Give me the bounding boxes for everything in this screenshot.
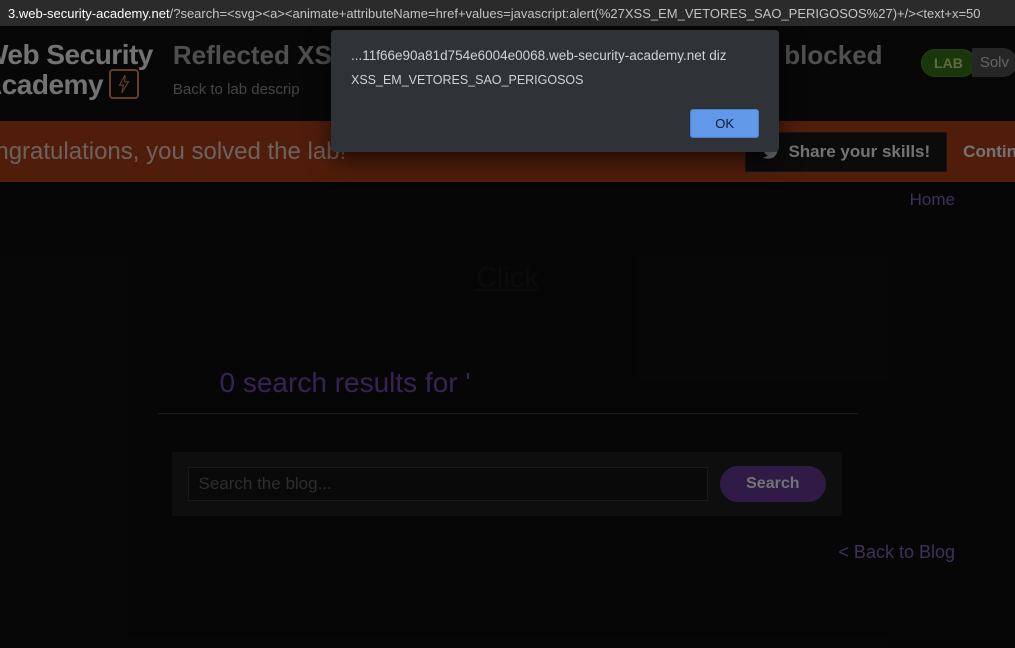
logo-text-line2: Academy [0, 70, 103, 99]
search-input[interactable] [188, 467, 709, 501]
alert-origin-text: ...11f66e90a81d754e6004e0068.web-securit… [351, 48, 759, 63]
solved-label: Solv [972, 48, 1015, 77]
javascript-alert-dialog: ...11f66e90a81d754e6004e0068.web-securit… [331, 30, 779, 152]
click-payload-link[interactable]: Click [0, 262, 1015, 295]
share-button-label: Share your skills! [788, 142, 930, 162]
address-path: /?search=<svg><a><animate+attributeName=… [170, 6, 981, 21]
lab-status-badge: LAB [921, 49, 976, 77]
search-results-heading: 0 search results for ' [158, 367, 858, 414]
logo-text-line1: Web Security [0, 40, 153, 69]
search-form: Search [172, 452, 842, 516]
alert-message-text: XSS_EM_VETORES_SAO_PERIGOSOS [351, 73, 759, 87]
congratulations-text: ongratulations, you solved the lab! [0, 138, 346, 166]
search-button[interactable]: Search [720, 466, 825, 502]
alert-ok-button[interactable]: OK [690, 109, 759, 138]
bolt-icon [109, 69, 139, 99]
academy-logo[interactable]: Web Security Academy [0, 40, 173, 99]
home-link[interactable]: Home [0, 182, 1015, 210]
continue-link[interactable]: Contin [963, 142, 1015, 162]
address-bar[interactable]: 3.web-security-academy.net/?search=<svg>… [0, 0, 1015, 26]
back-to-blog-link[interactable]: < Back to Blog [0, 542, 1015, 563]
address-host: 3.web-security-academy.net [8, 6, 170, 21]
